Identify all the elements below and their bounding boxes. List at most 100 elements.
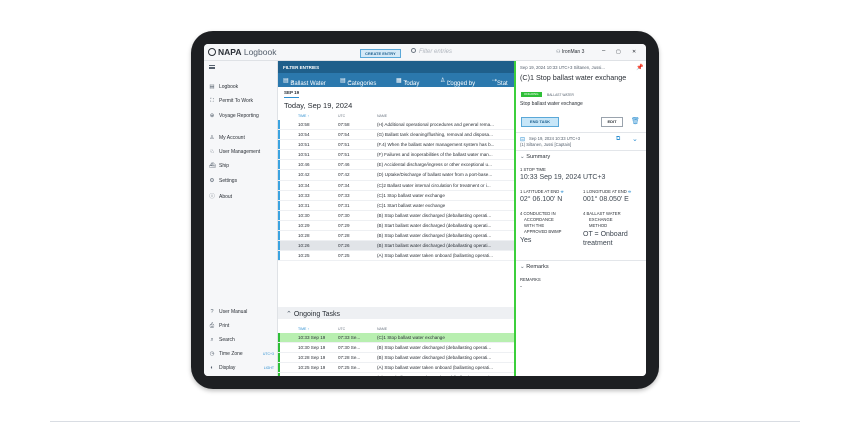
table-row[interactable]: 10:30 07:30 (B) Stop ballast water dischar… — [278, 210, 514, 221]
table-row[interactable]: 10:23 Sep 19 07:23 Se... (A) Start ballast… — [278, 373, 514, 376]
ongoing-column-header-time[interactable]: TIME ↑ — [298, 327, 309, 331]
close-button[interactable]: ✕ — [632, 49, 636, 55]
sidebar-item-permit[interactable]: ⛶ Permit To Work — [209, 98, 253, 106]
row-accent-bar — [278, 333, 280, 343]
cell-utc: 07:54 — [338, 132, 350, 138]
column-header-time[interactable]: TIME ↑ — [298, 114, 309, 118]
cell-utc: 07:46 — [338, 162, 350, 168]
sidebar-item-user-management[interactable]: ♘ User Management — [209, 149, 261, 157]
sidebar-item-label: Logbook — [219, 84, 239, 90]
ongoing-column-header-name[interactable]: NAME — [377, 327, 387, 331]
cell-utc: 07:25 Se... — [338, 365, 361, 371]
chip-label: Today — [403, 81, 420, 87]
filter-entries-header: FILTER ENTRIES — [278, 61, 514, 73]
sidebar-item-settings[interactable]: ⚙ Settings — [209, 178, 238, 186]
table-row[interactable]: 10:33 07:33 (C)1 Stop ballast water exchan… — [278, 190, 514, 201]
search-input[interactable]: Filter entries — [411, 48, 516, 58]
filter-chip-today[interactable]: ▦ Today ⌄ — [396, 77, 419, 87]
cell-time: 10:26 — [298, 243, 310, 249]
table-row[interactable]: 10:54 07:54 (G) Ballast tank cleaning/flus… — [278, 130, 514, 141]
edit-button[interactable]: EDIT — [601, 117, 623, 127]
chevron-down-icon: ⌄ — [520, 154, 525, 160]
open-external-icon[interactable]: ⧉ — [616, 136, 620, 143]
filter-chips: ▤ Ballast Water ⌄ ▤ Categories ⌄ ▦ Today… — [278, 73, 514, 87]
cell-name: (G) Ballast tank cleaning/flushing, remo… — [377, 132, 493, 138]
cell-time: 10:58 — [298, 122, 310, 127]
table-row[interactable]: 10:34 07:34 (C)2 Ballast water internal ci… — [278, 180, 514, 191]
filter-chip-logged-by[interactable]: ♙ Logged by ⌄ — [440, 77, 475, 87]
end-task-button[interactable]: END TASK — [521, 117, 559, 127]
hamburger-menu-icon[interactable] — [209, 65, 215, 69]
chip-label: Stat — [497, 81, 508, 87]
row-accent-bar — [278, 220, 280, 231]
conducted-label-line-2: ACCORDANCE — [524, 217, 554, 222]
globe-icon: ⊕ — [209, 113, 215, 119]
delete-icon[interactable]: 🗑 — [631, 117, 640, 125]
filter-chip-categories[interactable]: ▤ Categories ⌄ — [340, 77, 376, 87]
table-row[interactable]: 10:28 07:28 (B) Stop ballast water dischar… — [278, 231, 514, 242]
chevron-down-icon: ⌄ — [520, 264, 525, 270]
sidebar-item-voyage[interactable]: ⊕ Voyage Reporting — [209, 113, 259, 121]
brand-product: Logbook — [243, 47, 277, 57]
cell-utc: 07:25 — [338, 253, 350, 259]
table-row[interactable]: 10:29 07:29 (B) Start ballast water discha… — [278, 220, 514, 232]
sidebar-item-print[interactable]: ⎙ Print — [209, 323, 277, 331]
table-row[interactable]: 10:28 Sep 19 07:28 Se... (B) Stop ballast … — [278, 353, 514, 364]
create-entry-button[interactable]: CREATE ENTRY — [360, 49, 401, 58]
sidebar-item-user-manual[interactable]: ? User Manual — [209, 309, 277, 317]
location-icon[interactable]: ⛯ — [561, 189, 564, 194]
row-accent-bar — [278, 180, 280, 190]
table-row[interactable]: 10:26 07:26 (B) Start ballast water discha… — [278, 241, 514, 252]
sidebar-item-about[interactable]: ⓘ About — [209, 192, 232, 200]
cell-utc: 07:26 — [338, 243, 350, 249]
row-accent-bar — [278, 170, 280, 180]
stop-time-label: 1 STOP TIME — [520, 167, 546, 172]
cell-utc: 07:51 — [338, 142, 350, 148]
cell-name: (C)1 Stop ballast water exchange — [377, 335, 445, 340]
search-icon — [411, 48, 416, 53]
sidebar-item-account[interactable]: ♙ My Account — [209, 135, 245, 143]
divider — [516, 260, 646, 261]
user-menu[interactable]: ⚇ IronMan 3 — [556, 49, 584, 55]
row-accent-bar — [278, 241, 280, 251]
cell-utc: 07:30 — [338, 212, 350, 218]
cell-time: 10:33 — [298, 192, 310, 198]
chip-label: Categories — [347, 81, 377, 87]
cell-utc: 07:30 Se... — [338, 345, 361, 351]
pin-icon[interactable]: 📌 — [636, 64, 643, 71]
column-header-name[interactable]: NAME — [377, 114, 387, 118]
filter-chip-ballast-water[interactable]: ▤ Ballast Water ⌄ — [283, 77, 326, 87]
table-row[interactable]: 10:30 Sep 19 07:30 Se... (B) Stop ballast … — [278, 343, 514, 354]
cell-utc: 07:33 — [338, 192, 350, 198]
restore-button[interactable]: ▢ — [616, 49, 621, 55]
table-row[interactable]: 10:51 07:51 (F) Failures and inoperabiliti… — [278, 150, 514, 161]
filter-chip-status[interactable]: ⇢ Stat — [492, 77, 508, 87]
column-header-utc[interactable]: UTC — [338, 114, 345, 118]
sidebar-item-logbook[interactable]: ▤ Logbook — [209, 84, 238, 92]
table-row[interactable]: 10:58 07:58 (H) Additional operational pro… — [278, 120, 514, 131]
row-accent-bar — [278, 200, 280, 210]
location-icon[interactable]: ⛯ — [628, 189, 631, 194]
remarks-section[interactable]: ⌄ Remarks — [520, 264, 549, 270]
permit-icon: ⛶ — [210, 98, 214, 104]
table-row[interactable]: 10:42 07:42 (D) Uptake/Discharge of ballas… — [278, 170, 514, 181]
date-tab[interactable]: SEP 19 — [284, 90, 300, 98]
sidebar-item-time-zone[interactable]: ◷ Time Zone UTC+3 — [209, 351, 277, 359]
table-row[interactable]: 10:46 07:46 (E) Accidental discharge/ingre… — [278, 160, 514, 171]
chevron-down-icon[interactable]: ⌄ — [632, 135, 638, 143]
table-row[interactable]: 10:51 07:51 (F.4) When the ballast water m… — [278, 140, 514, 151]
conducted-label-line-4: APPROVED BWMP — [524, 229, 562, 234]
sidebar-item-display[interactable]: ◐ Display LIGHT — [209, 365, 277, 373]
cell-utc: 07:58 — [338, 122, 350, 127]
ongoing-tasks-title[interactable]: ⌃ Ongoing Tasks — [286, 310, 340, 318]
table-row[interactable]: 10:31 07:31 (C)1 Start ballast water excha… — [278, 200, 514, 211]
table-row[interactable]: 10:25 07:25 (A) Stop ballast water taken o… — [278, 251, 514, 262]
summary-section[interactable]: ⌄ Summary — [520, 154, 550, 160]
minimize-button[interactable]: – — [602, 48, 605, 54]
sidebar-item-search[interactable]: ⌕ Search — [209, 337, 277, 345]
sidebar-item-ship[interactable]: ⛴ Ship — [209, 163, 229, 171]
table-row[interactable]: 10:25 Sep 19 07:25 Se... (A) Stop ballast … — [278, 363, 514, 374]
ongoing-column-header-utc[interactable]: UTC — [338, 327, 345, 331]
table-row[interactable]: 10:33 Sep 19 07:33 Se... (C)1 Stop ballast… — [278, 333, 514, 344]
entries-list: 10:58 07:58 (H) Additional operational pro… — [278, 120, 514, 262]
